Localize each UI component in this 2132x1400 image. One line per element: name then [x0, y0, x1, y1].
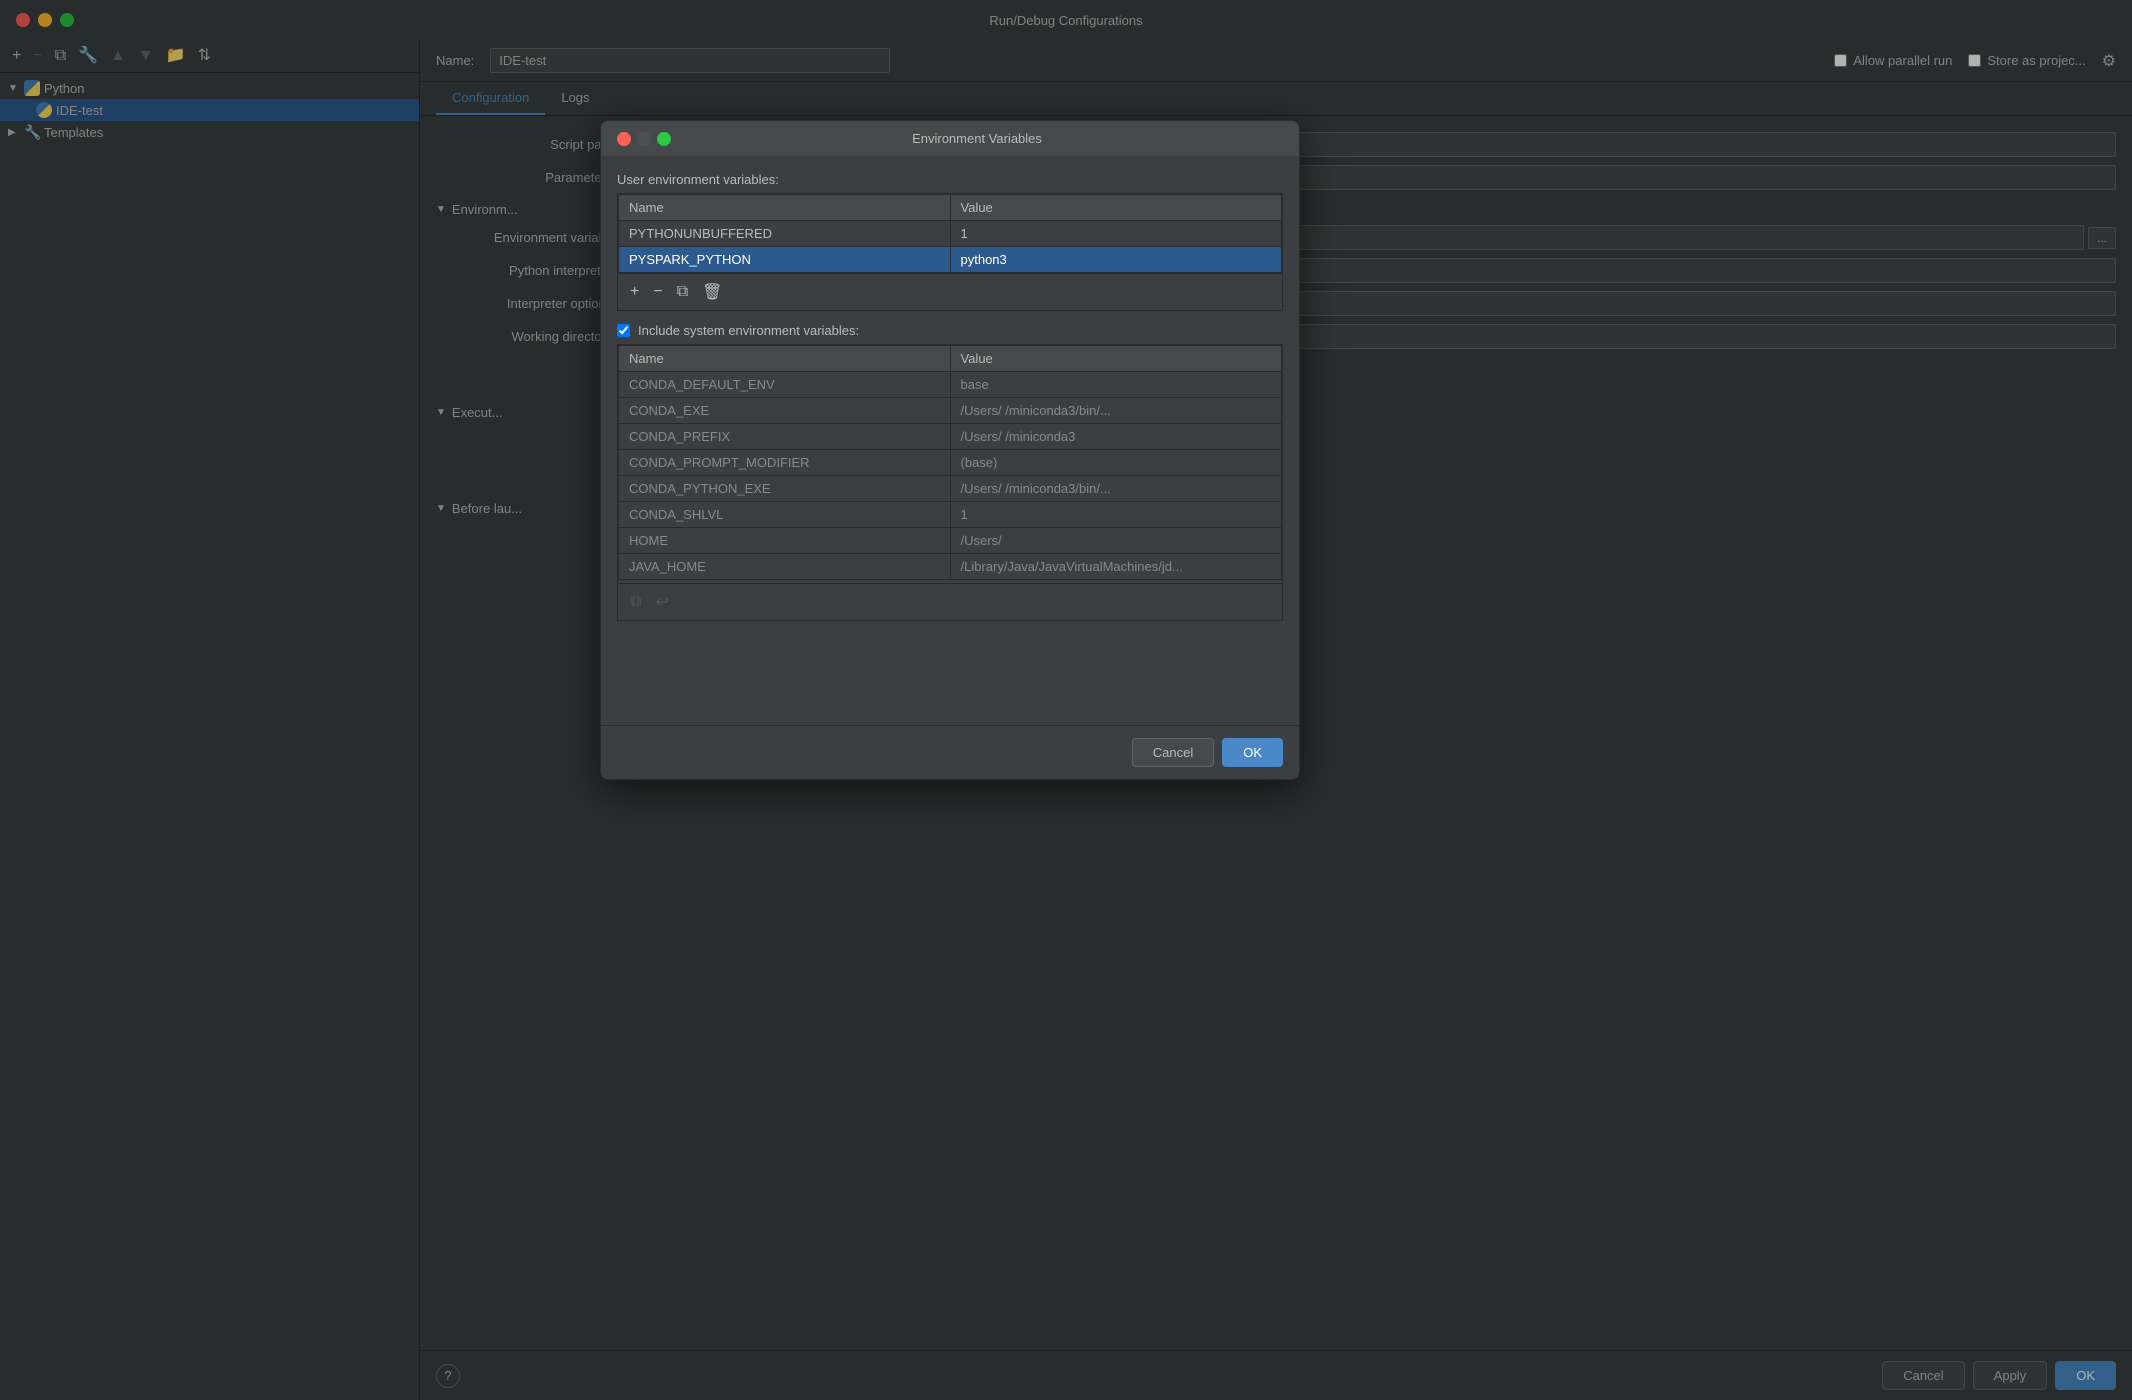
- row-value: /Users/ /miniconda3: [950, 424, 1282, 450]
- modal-traffic-lights: [617, 132, 671, 146]
- modal-maximize-button[interactable]: [657, 132, 671, 146]
- remove-env-var-button[interactable]: −: [649, 281, 666, 303]
- sys-env-table: Name Value CONDA_DEFAULT_ENVbaseCONDA_EX…: [618, 345, 1282, 580]
- add-env-var-button[interactable]: +: [626, 281, 643, 303]
- table-row[interactable]: PYTHONUNBUFFERED 1: [619, 221, 1282, 247]
- sys-name-header: Name: [619, 346, 951, 372]
- modal-title: Environment Variables: [671, 131, 1283, 146]
- user-env-title: User environment variables:: [617, 172, 1283, 187]
- row-value: /Users/: [950, 528, 1282, 554]
- modal-minimize-button[interactable]: [637, 132, 651, 146]
- modal-close-button[interactable]: [617, 132, 631, 146]
- user-env-value-header: Value: [950, 195, 1282, 221]
- modal-title-bar: Environment Variables: [601, 121, 1299, 156]
- modal-ok-button[interactable]: OK: [1222, 738, 1283, 767]
- modal-footer: Cancel OK: [601, 725, 1299, 779]
- user-env-name-header: Name: [619, 195, 951, 221]
- undo-sys-env-button[interactable]: ↩: [651, 590, 672, 614]
- row-name: CONDA_PREFIX: [619, 424, 951, 450]
- row-name: CONDA_SHLVL: [619, 502, 951, 528]
- user-env-toolbar: + − ⧉ 🗑: [617, 274, 1283, 311]
- row-value: /Library/Java/JavaVirtualMachines/jd...: [950, 554, 1282, 580]
- row-value: /Users/ /miniconda3/bin/...: [950, 398, 1282, 424]
- sys-env-header: Include system environment variables:: [617, 323, 1283, 338]
- table-row[interactable]: CONDA_SHLVL1: [619, 502, 1282, 528]
- table-row[interactable]: JAVA_HOME/Library/Java/JavaVirtualMachin…: [619, 554, 1282, 580]
- user-env-table: Name Value PYTHONUNBUFFERED 1: [618, 194, 1282, 273]
- row-name: JAVA_HOME: [619, 554, 951, 580]
- include-system-label: Include system environment variables:: [638, 323, 859, 338]
- row-name: PYTHONUNBUFFERED: [619, 221, 951, 247]
- table-row[interactable]: PYSPARK_PYTHON python3: [619, 247, 1282, 273]
- row-value: 1: [950, 221, 1282, 247]
- row-value: /Users/ /miniconda3/bin/...: [950, 476, 1282, 502]
- main-window: Run/Debug Configurations + − ⧉ 🔧 ▲ ▼ 📁 ⇅…: [0, 0, 2132, 1400]
- row-value: 1: [950, 502, 1282, 528]
- sys-env-toolbar: ⧉ ↩: [617, 584, 1283, 621]
- sys-env-table-container: Name Value CONDA_DEFAULT_ENVbaseCONDA_EX…: [617, 344, 1283, 584]
- table-row[interactable]: CONDA_DEFAULT_ENVbase: [619, 372, 1282, 398]
- include-system-checkbox[interactable]: [617, 324, 630, 337]
- table-row[interactable]: CONDA_PROMPT_MODIFIER(base): [619, 450, 1282, 476]
- row-name: CONDA_DEFAULT_ENV: [619, 372, 951, 398]
- table-row[interactable]: CONDA_PYTHON_EXE/Users/ /miniconda3/bin/…: [619, 476, 1282, 502]
- row-name: CONDA_PYTHON_EXE: [619, 476, 951, 502]
- modal-body: User environment variables: Name Value: [601, 156, 1299, 725]
- row-name: CONDA_PROMPT_MODIFIER: [619, 450, 951, 476]
- user-env-section: User environment variables: Name Value: [617, 172, 1283, 311]
- sys-env-section: Include system environment variables: Na…: [617, 323, 1283, 709]
- row-name: PYSPARK_PYTHON: [619, 247, 951, 273]
- row-name: CONDA_EXE: [619, 398, 951, 424]
- user-env-table-container: Name Value PYTHONUNBUFFERED 1: [617, 193, 1283, 274]
- copy-env-var-button[interactable]: ⧉: [673, 281, 692, 303]
- table-row[interactable]: HOME/Users/: [619, 528, 1282, 554]
- copy-sys-env-button[interactable]: ⧉: [626, 590, 645, 614]
- delete-env-var-button[interactable]: 🗑: [698, 280, 726, 304]
- row-value: (base): [950, 450, 1282, 476]
- row-value: python3: [950, 247, 1282, 273]
- table-row[interactable]: CONDA_PREFIX/Users/ /miniconda3: [619, 424, 1282, 450]
- row-name: HOME: [619, 528, 951, 554]
- table-row[interactable]: CONDA_EXE/Users/ /miniconda3/bin/...: [619, 398, 1282, 424]
- modal-overlay: Environment Variables User environment v…: [0, 0, 2132, 1400]
- modal-cancel-button[interactable]: Cancel: [1132, 738, 1214, 767]
- environment-variables-modal: Environment Variables User environment v…: [600, 120, 1300, 780]
- sys-value-header: Value: [950, 346, 1282, 372]
- row-value: base: [950, 372, 1282, 398]
